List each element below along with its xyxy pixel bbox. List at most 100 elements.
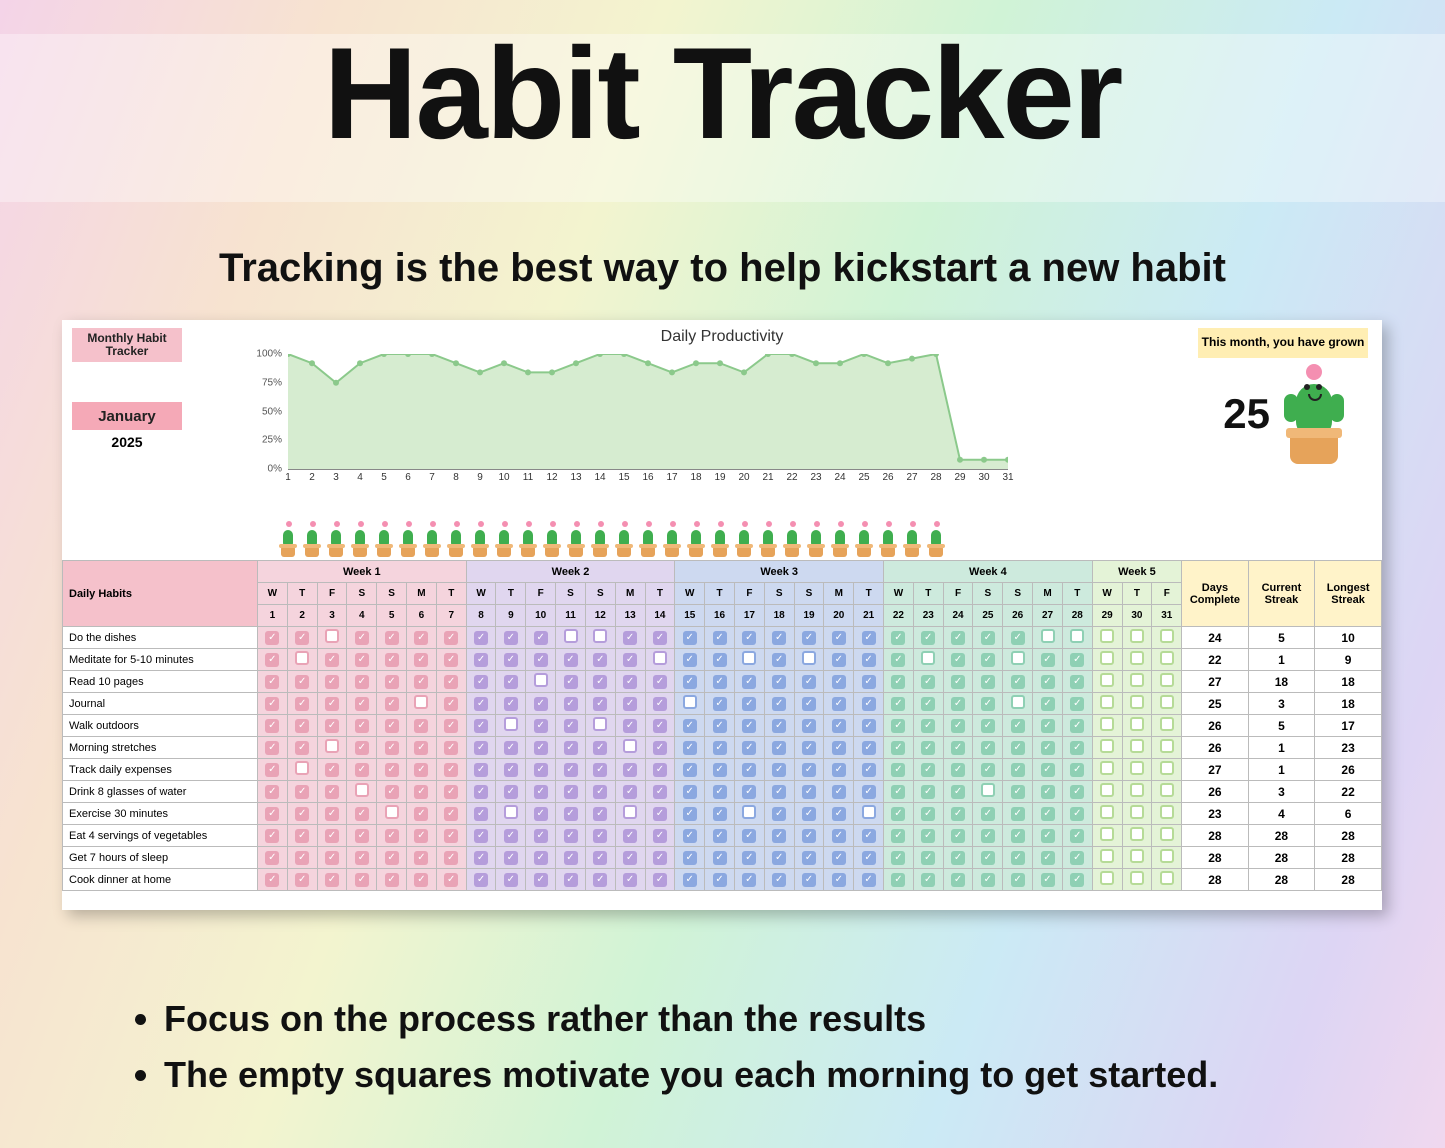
habit-day-cell[interactable] <box>884 869 914 891</box>
habit-day-cell[interactable] <box>1152 671 1182 693</box>
habit-day-cell[interactable] <box>734 715 764 737</box>
habit-day-cell[interactable] <box>824 715 854 737</box>
habit-day-cell[interactable] <box>257 715 287 737</box>
habit-day-cell[interactable] <box>764 715 794 737</box>
habit-day-cell[interactable] <box>1152 869 1182 891</box>
habit-day-cell[interactable] <box>1122 649 1152 671</box>
habit-day-cell[interactable] <box>466 715 496 737</box>
habit-day-cell[interactable] <box>1122 781 1152 803</box>
habit-day-cell[interactable] <box>973 715 1003 737</box>
habit-day-cell[interactable] <box>466 671 496 693</box>
habit-day-cell[interactable] <box>556 847 586 869</box>
habit-day-cell[interactable] <box>526 869 556 891</box>
habit-day-cell[interactable] <box>734 737 764 759</box>
habit-day-cell[interactable] <box>1122 693 1152 715</box>
habit-day-cell[interactable] <box>913 649 943 671</box>
habit-day-cell[interactable] <box>794 671 824 693</box>
habit-day-cell[interactable] <box>705 803 735 825</box>
habit-day-cell[interactable] <box>1152 649 1182 671</box>
habit-day-cell[interactable] <box>377 781 407 803</box>
habit-day-cell[interactable] <box>764 847 794 869</box>
habit-day-cell[interactable] <box>585 803 615 825</box>
habit-day-cell[interactable] <box>1062 715 1092 737</box>
habit-day-cell[interactable] <box>734 869 764 891</box>
habit-day-cell[interactable] <box>257 649 287 671</box>
habit-day-cell[interactable] <box>377 627 407 649</box>
habit-day-cell[interactable] <box>317 693 347 715</box>
habit-day-cell[interactable] <box>854 649 884 671</box>
habit-day-cell[interactable] <box>466 825 496 847</box>
habit-day-cell[interactable] <box>824 781 854 803</box>
habit-day-cell[interactable] <box>973 693 1003 715</box>
habit-day-cell[interactable] <box>1092 649 1122 671</box>
habit-day-cell[interactable] <box>347 693 377 715</box>
habit-day-cell[interactable] <box>734 759 764 781</box>
habit-day-cell[interactable] <box>1033 825 1063 847</box>
habit-day-cell[interactable] <box>1033 627 1063 649</box>
habit-day-cell[interactable] <box>1062 737 1092 759</box>
habit-day-cell[interactable] <box>734 627 764 649</box>
habit-day-cell[interactable] <box>1122 825 1152 847</box>
habit-day-cell[interactable] <box>913 759 943 781</box>
habit-day-cell[interactable] <box>1152 803 1182 825</box>
habit-day-cell[interactable] <box>257 803 287 825</box>
habit-day-cell[interactable] <box>1062 649 1092 671</box>
habit-day-cell[interactable] <box>1003 715 1033 737</box>
habit-day-cell[interactable] <box>1092 671 1122 693</box>
habit-day-cell[interactable] <box>913 671 943 693</box>
habit-day-cell[interactable] <box>913 693 943 715</box>
habit-day-cell[interactable] <box>1092 781 1122 803</box>
habit-day-cell[interactable] <box>675 737 705 759</box>
habit-day-cell[interactable] <box>675 627 705 649</box>
habit-day-cell[interactable] <box>436 803 466 825</box>
habit-day-cell[interactable] <box>675 693 705 715</box>
habit-day-cell[interactable] <box>734 825 764 847</box>
habit-day-cell[interactable] <box>1062 627 1092 649</box>
habit-day-cell[interactable] <box>943 847 973 869</box>
habit-day-cell[interactable] <box>973 627 1003 649</box>
habit-day-cell[interactable] <box>407 825 437 847</box>
habit-day-cell[interactable] <box>854 627 884 649</box>
habit-day-cell[interactable] <box>913 627 943 649</box>
habit-day-cell[interactable] <box>287 869 317 891</box>
habit-day-cell[interactable] <box>407 649 437 671</box>
habit-day-cell[interactable] <box>317 627 347 649</box>
habit-day-cell[interactable] <box>764 759 794 781</box>
habit-day-cell[interactable] <box>496 715 526 737</box>
habit-day-cell[interactable] <box>1122 803 1152 825</box>
habit-day-cell[interactable] <box>1003 803 1033 825</box>
habit-day-cell[interactable] <box>705 847 735 869</box>
habit-day-cell[interactable] <box>317 869 347 891</box>
habit-day-cell[interactable] <box>585 737 615 759</box>
habit-day-cell[interactable] <box>347 649 377 671</box>
habit-day-cell[interactable] <box>377 869 407 891</box>
habit-day-cell[interactable] <box>257 671 287 693</box>
habit-day-cell[interactable] <box>1003 869 1033 891</box>
habit-day-cell[interactable] <box>496 649 526 671</box>
habit-day-cell[interactable] <box>1033 649 1063 671</box>
habit-day-cell[interactable] <box>854 847 884 869</box>
habit-day-cell[interactable] <box>764 693 794 715</box>
habit-day-cell[interactable] <box>615 781 645 803</box>
habit-day-cell[interactable] <box>1092 737 1122 759</box>
habit-day-cell[interactable] <box>884 649 914 671</box>
habit-day-cell[interactable] <box>943 825 973 847</box>
habit-day-cell[interactable] <box>377 649 407 671</box>
habit-day-cell[interactable] <box>436 715 466 737</box>
habit-day-cell[interactable] <box>1092 869 1122 891</box>
habit-day-cell[interactable] <box>884 671 914 693</box>
habit-day-cell[interactable] <box>585 847 615 869</box>
habit-day-cell[interactable] <box>347 715 377 737</box>
habit-day-cell[interactable] <box>317 803 347 825</box>
habit-day-cell[interactable] <box>615 671 645 693</box>
habit-day-cell[interactable] <box>734 781 764 803</box>
habit-day-cell[interactable] <box>407 759 437 781</box>
habit-day-cell[interactable] <box>526 715 556 737</box>
habit-day-cell[interactable] <box>794 781 824 803</box>
habit-day-cell[interactable] <box>347 627 377 649</box>
habit-day-cell[interactable] <box>347 869 377 891</box>
habit-day-cell[interactable] <box>287 627 317 649</box>
habit-day-cell[interactable] <box>585 715 615 737</box>
habit-day-cell[interactable] <box>1062 847 1092 869</box>
habit-day-cell[interactable] <box>317 781 347 803</box>
